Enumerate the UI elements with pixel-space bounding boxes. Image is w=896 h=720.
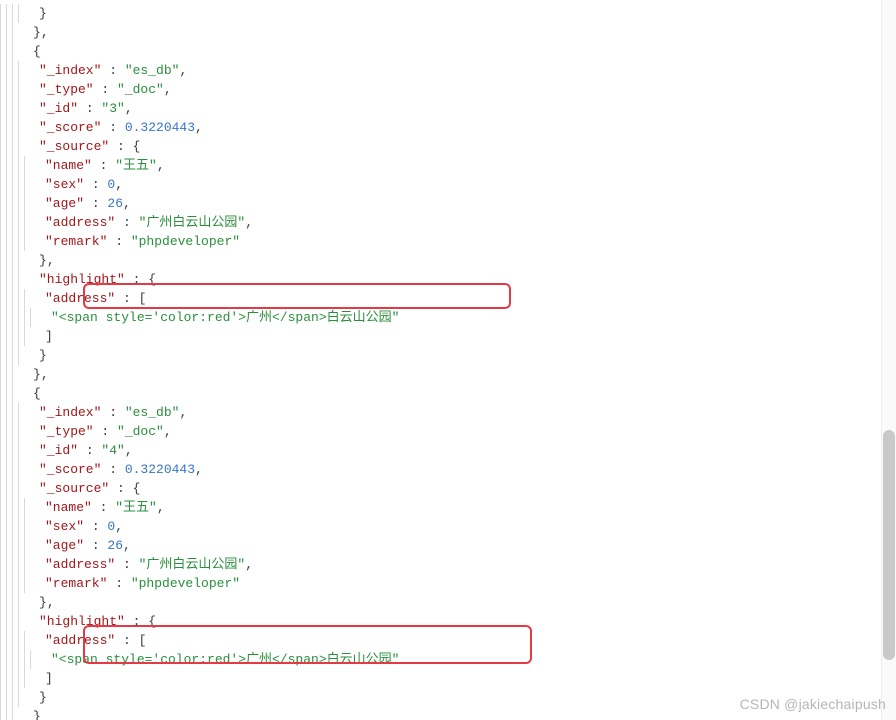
code-line: "_id" : "4", [0, 441, 896, 460]
watermark: CSDN @jakiechaipush [740, 695, 886, 714]
code-line: }, [0, 365, 896, 384]
json-code-area: }},{"_index" : "es_db","_type" : "_doc",… [0, 0, 896, 720]
code-line: "highlight" : { [0, 270, 896, 289]
vertical-scrollbar[interactable] [881, 0, 896, 720]
scrollbar-thumb[interactable] [883, 430, 895, 660]
code-line: }, [0, 251, 896, 270]
code-line: }, [0, 23, 896, 42]
code-line: "_score" : 0.3220443, [0, 118, 896, 137]
code-line: "age" : 26, [0, 194, 896, 213]
code-line: ] [0, 669, 896, 688]
code-line: "_score" : 0.3220443, [0, 460, 896, 479]
code-line: "_type" : "_doc", [0, 422, 896, 441]
code-line: ] [0, 327, 896, 346]
code-line: { [0, 42, 896, 61]
code-line: "<span style='color:red'>广州</span>白云山公园" [0, 308, 896, 327]
code-line: "_id" : "3", [0, 99, 896, 118]
code-line: "_type" : "_doc", [0, 80, 896, 99]
code-line: "address" : [ [0, 631, 896, 650]
code-line: "name" : "王五", [0, 156, 896, 175]
code-line: } [0, 4, 896, 23]
code-line: "sex" : 0, [0, 175, 896, 194]
code-line: "address" : [ [0, 289, 896, 308]
code-line: { [0, 384, 896, 403]
code-line: "age" : 26, [0, 536, 896, 555]
code-line: "name" : "王五", [0, 498, 896, 517]
code-line: "_source" : { [0, 137, 896, 156]
code-line: "sex" : 0, [0, 517, 896, 536]
code-line: "remark" : "phpdeveloper" [0, 232, 896, 251]
code-line: } [0, 346, 896, 365]
code-line: "address" : "广州白云山公园", [0, 213, 896, 232]
code-line: "_index" : "es_db", [0, 61, 896, 80]
code-line: "_index" : "es_db", [0, 403, 896, 422]
code-line: "address" : "广州白云山公园", [0, 555, 896, 574]
code-line: }, [0, 593, 896, 612]
code-viewport: }},{"_index" : "es_db","_type" : "_doc",… [0, 0, 896, 720]
code-line: "<span style='color:red'>广州</span>白云山公园" [0, 650, 896, 669]
code-line: "highlight" : { [0, 612, 896, 631]
code-line: "_source" : { [0, 479, 896, 498]
code-line: "remark" : "phpdeveloper" [0, 574, 896, 593]
